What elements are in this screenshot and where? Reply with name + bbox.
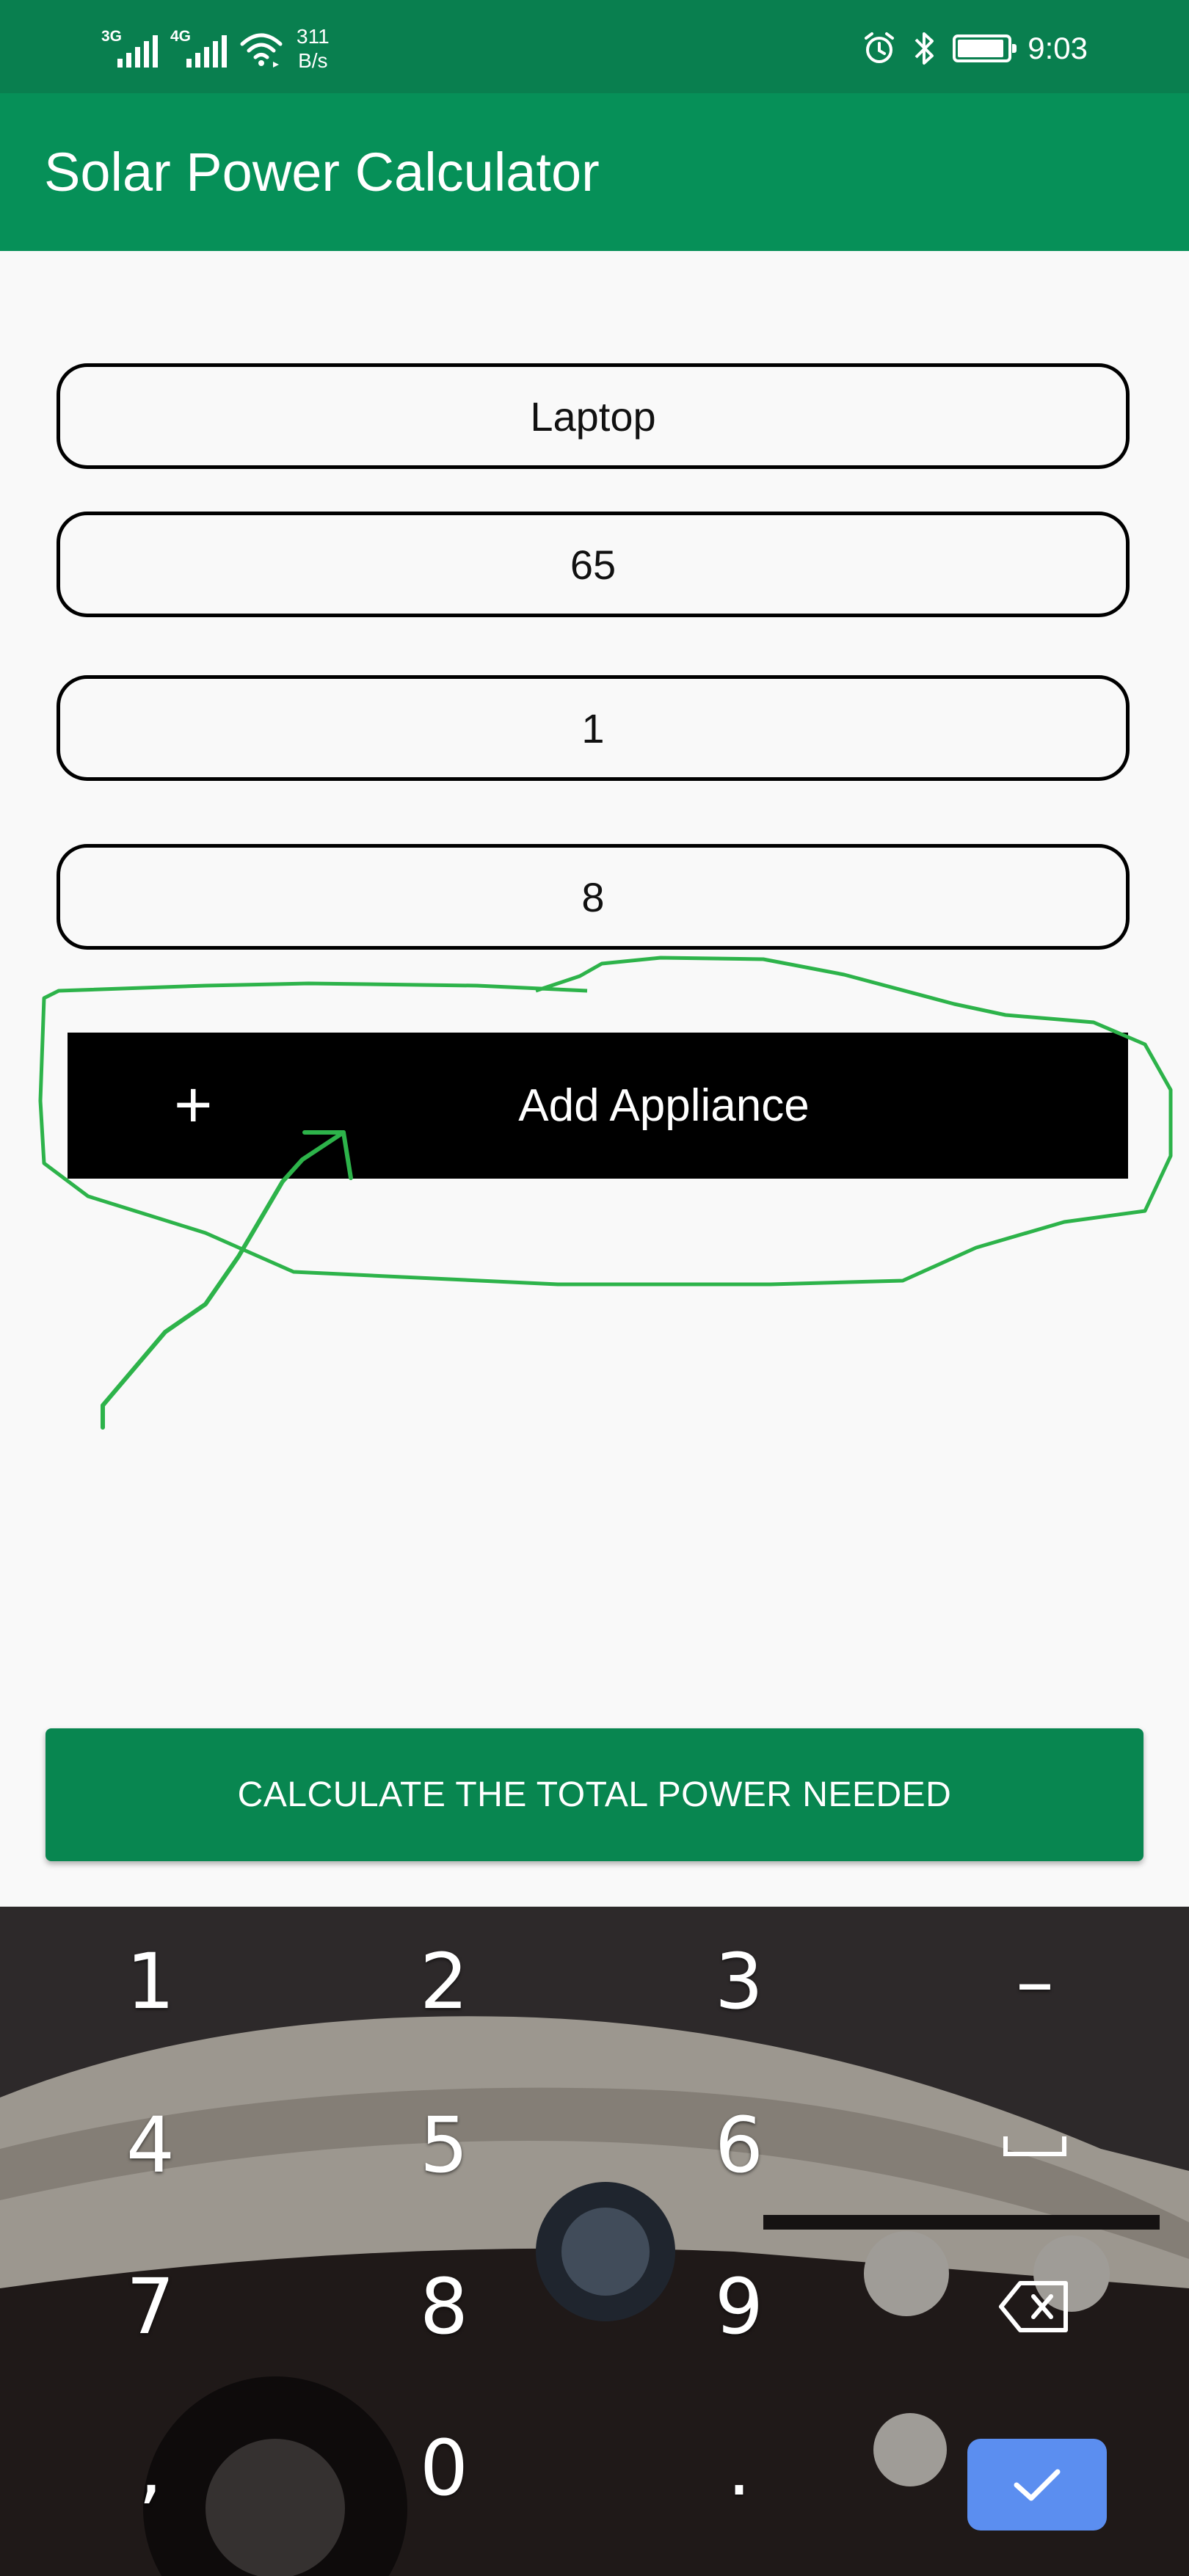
hours-field[interactable] [57,844,1130,950]
signal-icon: 3G [101,26,158,70]
wifi-icon [240,33,283,68]
add-appliance-label: Add Appliance [518,1080,810,1131]
status-right: 9:03 [862,19,1088,78]
key-6[interactable]: 6 [629,2072,849,2219]
hours-input[interactable] [60,872,1126,922]
calculate-total-power-button[interactable]: CALCULATE THE TOTAL POWER NEEDED [46,1728,1143,1861]
key-2[interactable]: 2 [334,1908,554,2055]
key-minus[interactable]: – [925,1908,1145,2055]
app-title: Solar Power Calculator [44,142,600,203]
key-0[interactable]: 0 [334,2395,554,2542]
status-left: 3G 4G 311 B/s [101,19,330,78]
key-7[interactable]: 7 [40,2233,261,2380]
app-bar: Solar Power Calculator [0,93,1189,251]
key-3[interactable]: 3 [629,1908,849,2055]
checkmark-icon [1014,2469,1061,2500]
signal-icon: 4G [170,26,227,70]
key-5[interactable]: 5 [334,2072,554,2219]
add-appliance-button[interactable]: + Add Appliance [68,1033,1128,1179]
quantity-field[interactable] [57,675,1130,781]
appliance-name-field[interactable] [57,363,1130,469]
speed-value: 311 [297,25,330,48]
status-bar: 3G 4G 311 B/s 9:03 [0,0,1189,93]
key-9[interactable]: 9 [629,2233,849,2380]
quantity-input[interactable] [60,703,1126,753]
key-1[interactable]: 1 [40,1908,261,2055]
key-period[interactable]: . [629,2395,849,2542]
alarm-icon [865,32,895,63]
numeric-keyboard: 1 2 3 – 4 5 6 7 8 9 , 0 . [0,1907,1189,2576]
space-key[interactable] [925,2072,1145,2219]
speed-unit: B/s [298,49,328,72]
watts-field[interactable] [57,512,1130,617]
battery-icon [953,34,1017,62]
appliance-name-input[interactable] [60,391,1126,441]
key-8[interactable]: 8 [334,2233,554,2380]
backspace-key[interactable] [925,2233,1145,2380]
backspace-icon [999,2281,1068,2332]
watts-input[interactable] [60,539,1126,589]
done-key[interactable] [967,2439,1107,2530]
network-speed: 311 B/s [297,24,330,73]
space-icon [1003,2136,1066,2156]
key-comma[interactable]: , [40,2395,261,2542]
clock: 9:03 [1028,31,1088,65]
bluetooth-icon [915,32,934,65]
key-4[interactable]: 4 [40,2072,261,2219]
